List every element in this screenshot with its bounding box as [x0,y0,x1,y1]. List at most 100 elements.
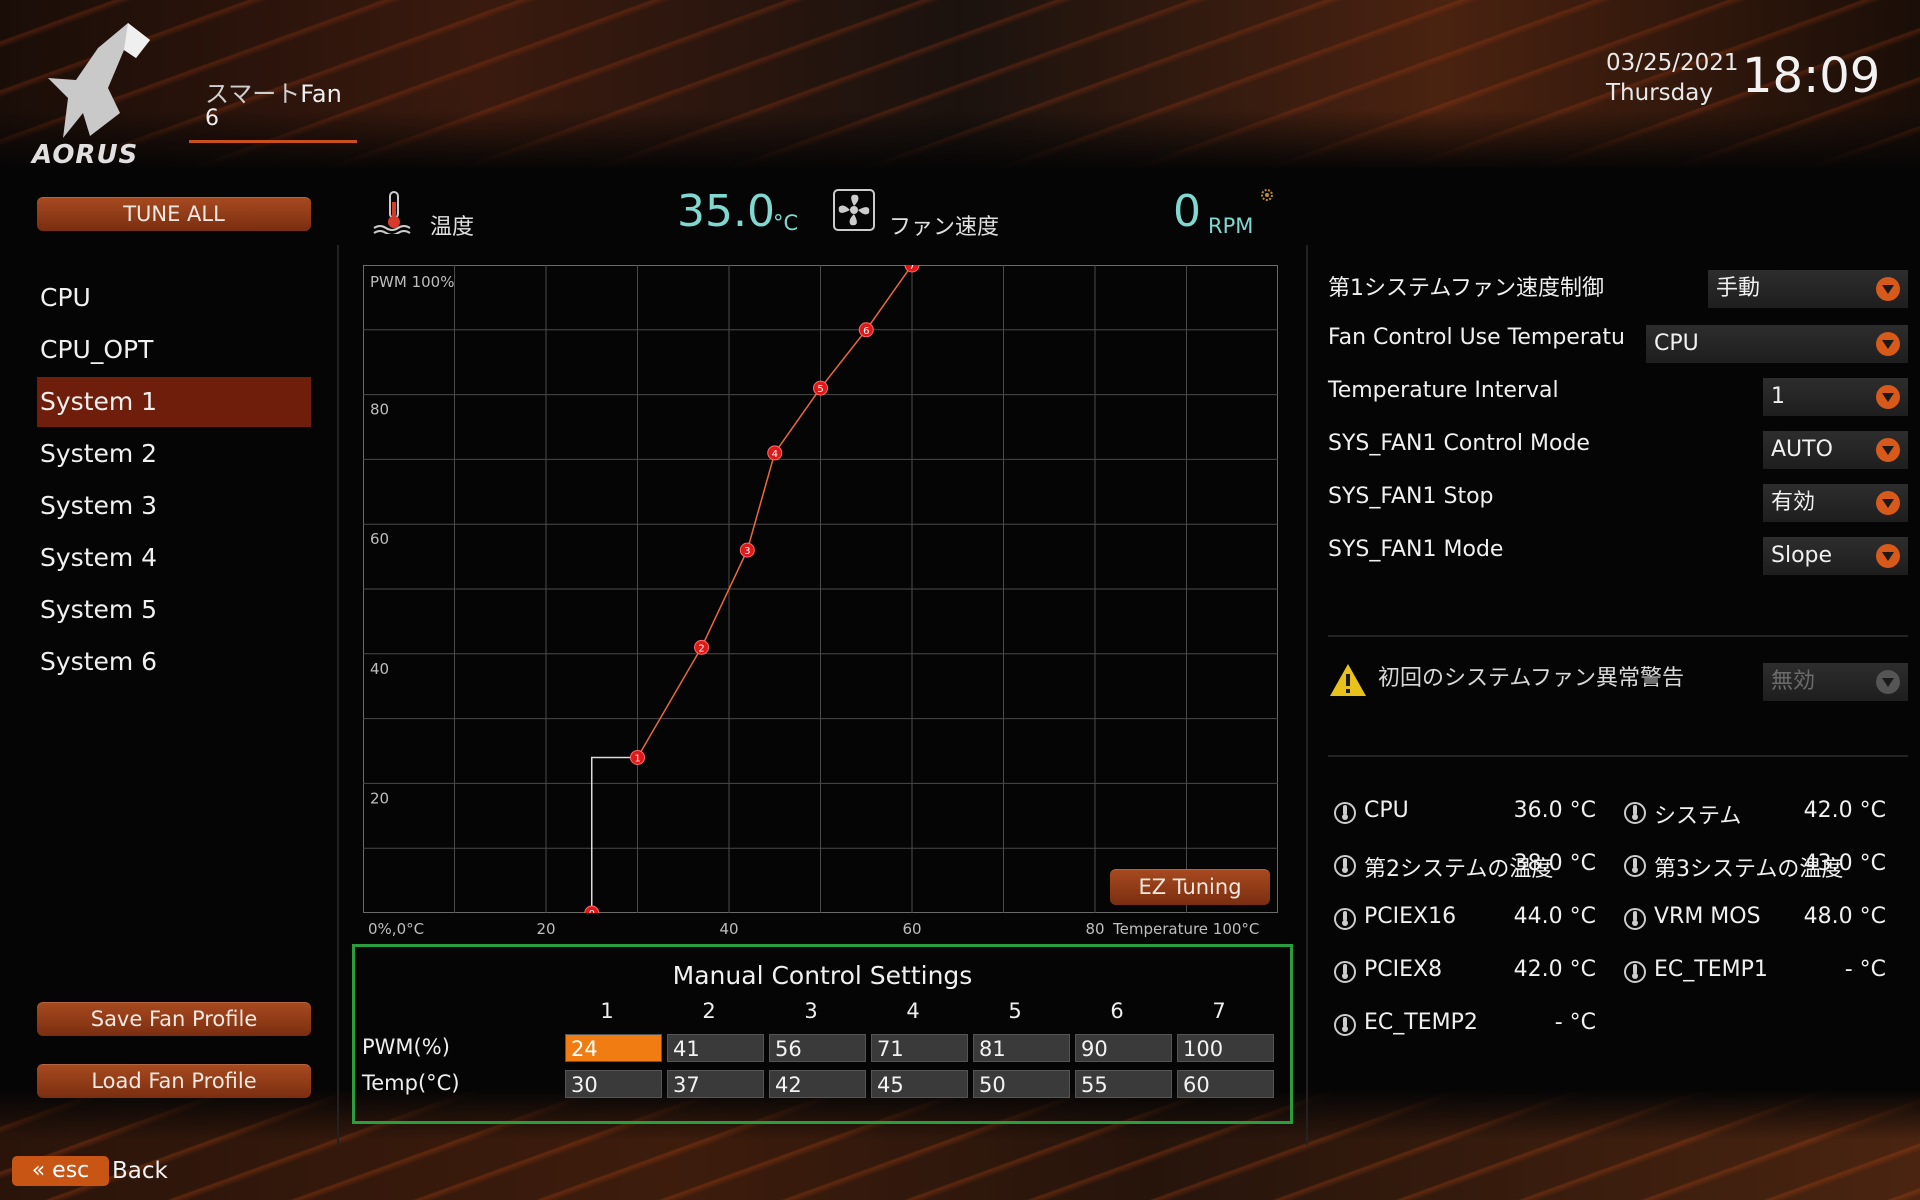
esc-label: esc [52,1158,90,1183]
x-tick-label: 40 [719,920,739,938]
temperature-sensor-icon [1624,961,1646,983]
temperature-label: 温度 [430,215,475,240]
clock: 18:09 [1742,48,1881,104]
thermometer-icon [373,191,411,234]
curve-point-label: 4 [772,449,778,460]
fan-stop-step-line [591,756,638,913]
temperature-sensor-value: 36.0 °C [1513,798,1596,823]
mode-title-en: Fan [300,80,342,108]
column-header: 3 [804,999,818,1023]
temperature-sensor-name: VRM MOS [1654,904,1761,929]
temperature-sensor-icon [1624,908,1646,930]
use-temp-label: Fan Control Use Temperatu [1328,325,1625,350]
temp-row-label: Temp(°C) [362,1071,460,1095]
pwm-cell-6[interactable]: 90 [1075,1034,1172,1062]
sidebar-item-cpu-opt[interactable]: CPU_OPT [37,325,311,375]
pwm-cell-3[interactable]: 56 [769,1034,866,1062]
date-block: 03/25/2021 Thursday [1606,48,1739,108]
temperature-sensor-icon [1334,1014,1356,1036]
temperature-sensor-name: PCIEX8 [1364,957,1443,982]
y-tick-label: 60 [370,530,389,548]
x-tick-label: 80 [1085,920,1105,938]
pwm-row-label: PWM(%) [362,1035,450,1059]
back-label[interactable]: Back [112,1156,168,1186]
sidebar-item-system-3[interactable]: System 3 [37,481,311,531]
y-tick-label: 40 [370,660,389,678]
fan-mode-label: SYS_FAN1 Mode [1328,537,1504,562]
temp-cell-7[interactable]: 60 [1177,1070,1274,1098]
temp-cell-1[interactable]: 30 [565,1070,662,1098]
curve-point-label: 7 [909,265,915,272]
gear-icon[interactable] [1259,187,1275,203]
speed-control-dropdown[interactable]: 手動 [1708,270,1908,308]
temperature-sensor-value: 44.0 °C [1513,904,1596,929]
chevron-down-icon [1876,438,1900,462]
temperature-sensor-icon [1334,855,1356,877]
curve-point-label: 6 [863,326,869,337]
column-header: 6 [1110,999,1124,1023]
temp-cell-4[interactable]: 45 [871,1070,968,1098]
chevron-down-icon [1876,544,1900,568]
esc-key-badge[interactable]: « esc [12,1156,109,1186]
temperature-sensor-icon [1334,961,1356,983]
fan-speed-label: ファン速度 [889,215,1000,240]
x-axis-origin-label: 0%,0°C [368,920,425,938]
temperature-sensor-icon [1624,855,1646,877]
temp-cell-3[interactable]: 42 [769,1070,866,1098]
pwm-cell-2[interactable]: 41 [667,1034,764,1062]
temp-cell-5[interactable]: 50 [973,1070,1070,1098]
temperature-sensor-name: PCIEX16 [1364,904,1457,929]
pwm-cell-7[interactable]: 100 [1177,1034,1274,1062]
use-temp-dropdown[interactable]: CPU [1646,325,1908,363]
date: 03/25/2021 [1606,50,1739,76]
mode-underline [189,140,357,143]
temperature-sensor-value: 38.0 °C [1513,851,1596,876]
temperature-sensor-value: 42.0 °C [1513,957,1596,982]
mode-title: スマートFan [205,74,342,109]
column-header: 2 [702,999,716,1023]
control-mode-dropdown[interactable]: AUTO [1763,431,1908,469]
interval-dropdown[interactable]: 1 [1763,378,1908,416]
aorus-logo-text: AORUS [32,140,139,170]
sidebar-divider [337,245,339,1145]
fan-icon [833,189,875,231]
sidebar-item-system-4[interactable]: System 4 [37,533,311,583]
mode-subtitle: 6 [205,106,219,131]
use-temp-value: CPU [1654,331,1699,356]
tune-all-button[interactable]: TUNE ALL [37,197,311,231]
fan-curve-line [636,264,913,758]
column-header: 1 [600,999,614,1023]
temp-cell-6[interactable]: 55 [1075,1070,1172,1098]
load-fan-profile-button[interactable]: Load Fan Profile [37,1064,311,1098]
fan-stop-value: 有効 [1771,490,1816,515]
temps-divider [1328,755,1908,757]
save-fan-profile-button[interactable]: Save Fan Profile [37,1002,311,1036]
column-header: 4 [906,999,920,1023]
ez-tuning-button[interactable]: EZ Tuning [1110,869,1270,905]
fan-fail-warning-dropdown: 無効 [1763,663,1908,701]
sidebar-item-system-1[interactable]: System 1 [37,377,311,427]
temperature-sensor-name: EC_TEMP1 [1654,957,1768,982]
fan-curve-svg[interactable]: PWM 100% 80 60 40 20 0 1 2 3 4 5 6 7 [363,257,1278,921]
fan-curve-chart[interactable]: PWM 100% 80 60 40 20 0 1 2 3 4 5 6 7 [363,257,1278,921]
sidebar-item-system-2[interactable]: System 2 [37,429,311,479]
fan-mode-value: Slope [1771,543,1833,568]
fan-fail-warning-value: 無効 [1771,669,1816,694]
pwm-cell-1[interactable]: 24 [565,1034,662,1062]
temp-cell-2[interactable]: 37 [667,1070,764,1098]
fan-mode-dropdown[interactable]: Slope [1763,537,1908,575]
sidebar-item-system-5[interactable]: System 5 [37,585,311,635]
sidebar-item-system-6[interactable]: System 6 [37,637,311,687]
chevron-down-icon [1876,332,1900,356]
temperature-sensor-value: 48.0 °C [1803,904,1886,929]
fan-stop-dropdown[interactable]: 有効 [1763,484,1908,522]
manual-control-settings: Manual Control Settings 1 2 3 4 5 6 7 PW… [352,944,1293,1124]
sidebar-item-cpu[interactable]: CPU [37,273,311,323]
temperature-sensor-icon [1334,908,1356,930]
pwm-cell-4[interactable]: 71 [871,1034,968,1062]
curve-point-label: 1 [634,753,640,764]
temperature-sensor-icon [1334,802,1356,824]
pwm-cell-5[interactable]: 81 [973,1034,1070,1062]
chevron-down-icon [1876,277,1900,301]
temperature-unit: °C [773,211,799,235]
